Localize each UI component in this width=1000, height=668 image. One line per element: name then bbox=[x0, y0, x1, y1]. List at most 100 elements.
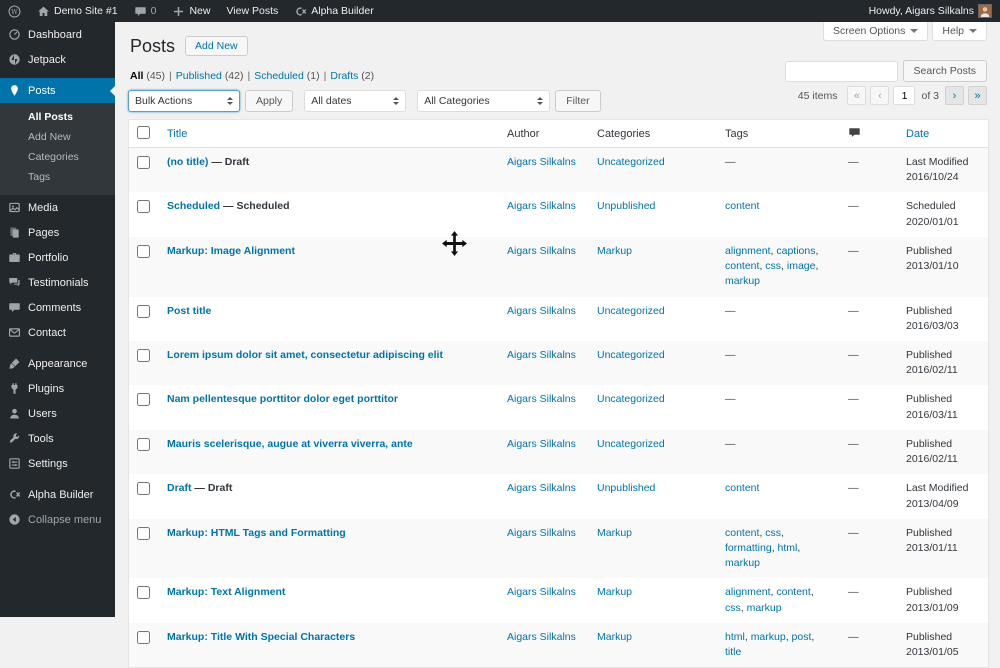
post-title-link[interactable]: Markup: Text Alignment bbox=[167, 586, 285, 598]
tag-link[interactable]: alignment bbox=[725, 245, 771, 257]
tag-link[interactable]: content bbox=[725, 527, 759, 539]
current-page-input[interactable] bbox=[893, 86, 915, 105]
author-link[interactable]: Aigars Silkalns bbox=[507, 200, 576, 212]
dates-filter-select[interactable]: All dates bbox=[304, 90, 406, 112]
sidebar-item-portfolio[interactable]: Portfolio bbox=[0, 245, 115, 270]
apply-button[interactable]: Apply bbox=[245, 90, 293, 112]
post-title-link[interactable]: Nam pellentesque porttitor dolor eget po… bbox=[167, 393, 398, 405]
row-checkbox[interactable] bbox=[137, 245, 150, 258]
admin-bar-comments[interactable]: 0 bbox=[126, 0, 165, 22]
author-link[interactable]: Aigars Silkalns bbox=[507, 527, 576, 539]
sidebar-item-comments[interactable]: Comments bbox=[0, 295, 115, 320]
tag-link[interactable]: css bbox=[765, 527, 781, 539]
row-checkbox[interactable] bbox=[137, 156, 150, 169]
tag-link[interactable]: markup bbox=[751, 631, 786, 643]
bulk-actions-select[interactable]: Bulk Actions bbox=[128, 90, 240, 112]
row-checkbox[interactable] bbox=[137, 200, 150, 213]
category-link[interactable]: Unpublished bbox=[597, 482, 655, 494]
author-link[interactable]: Aigars Silkalns bbox=[507, 438, 576, 450]
row-checkbox[interactable] bbox=[137, 305, 150, 318]
post-title-link[interactable]: Lorem ipsum dolor sit amet, consectetur … bbox=[167, 349, 443, 361]
author-link[interactable]: Aigars Silkalns bbox=[507, 305, 576, 317]
column-header-date[interactable]: Date bbox=[898, 120, 988, 148]
new-content-menu[interactable]: New bbox=[164, 0, 218, 22]
post-title-link[interactable]: Draft bbox=[167, 482, 192, 494]
sidebar-subitem-tags[interactable]: Tags bbox=[0, 167, 115, 187]
view-filter-published[interactable]: Published (42) bbox=[176, 70, 244, 82]
screen-options-button[interactable]: Screen Options bbox=[823, 22, 928, 41]
row-checkbox[interactable] bbox=[137, 349, 150, 362]
tag-link[interactable]: markup bbox=[725, 275, 760, 287]
category-link[interactable]: Markup bbox=[597, 245, 632, 257]
filter-button[interactable]: Filter bbox=[555, 90, 600, 112]
tag-link[interactable]: post bbox=[792, 631, 812, 643]
tag-link[interactable]: image bbox=[787, 260, 816, 272]
prev-page-button[interactable]: ‹ bbox=[870, 86, 889, 105]
first-page-button[interactable]: « bbox=[847, 86, 866, 105]
category-link[interactable]: Uncategorized bbox=[597, 393, 665, 405]
sidebar-item-jetpack[interactable]: Jetpack bbox=[0, 47, 115, 72]
tag-link[interactable]: content bbox=[725, 260, 759, 272]
category-link[interactable]: Uncategorized bbox=[597, 438, 665, 450]
sidebar-item-posts[interactable]: Posts bbox=[0, 78, 115, 103]
sidebar-item-appearance[interactable]: Appearance bbox=[0, 351, 115, 376]
post-title-link[interactable]: Post title bbox=[167, 305, 211, 317]
sidebar-item-collapse[interactable]: Collapse menu bbox=[0, 507, 115, 532]
author-link[interactable]: Aigars Silkalns bbox=[507, 156, 576, 168]
tag-link[interactable]: html bbox=[778, 542, 798, 554]
wordpress-menu[interactable]: W bbox=[0, 0, 29, 22]
tag-link[interactable]: markup bbox=[747, 602, 782, 614]
author-link[interactable]: Aigars Silkalns bbox=[507, 245, 576, 257]
row-checkbox[interactable] bbox=[137, 631, 150, 644]
author-link[interactable]: Aigars Silkalns bbox=[507, 586, 576, 598]
category-link[interactable]: Markup bbox=[597, 527, 632, 539]
category-link[interactable]: Markup bbox=[597, 586, 632, 598]
sidebar-item-dashboard[interactable]: Dashboard bbox=[0, 22, 115, 47]
last-page-button[interactable]: » bbox=[968, 86, 987, 105]
search-posts-button[interactable]: Search Posts bbox=[903, 60, 987, 82]
tag-link[interactable]: markup bbox=[725, 557, 760, 569]
view-posts-link[interactable]: View Posts bbox=[218, 0, 286, 22]
tag-link[interactable]: html bbox=[725, 631, 745, 643]
tag-link[interactable]: captions bbox=[776, 245, 815, 257]
tag-link[interactable]: css bbox=[765, 260, 781, 272]
tag-link[interactable]: css bbox=[725, 602, 741, 614]
sidebar-item-contact[interactable]: Contact bbox=[0, 320, 115, 345]
row-checkbox[interactable] bbox=[137, 438, 150, 451]
author-link[interactable]: Aigars Silkalns bbox=[507, 631, 576, 643]
post-title-link[interactable]: Markup: Title With Special Characters bbox=[167, 631, 355, 643]
sidebar-item-plugins[interactable]: Plugins bbox=[0, 376, 115, 401]
sidebar-item-tools[interactable]: Tools bbox=[0, 426, 115, 451]
add-new-button[interactable]: Add New bbox=[185, 36, 248, 56]
post-title-link[interactable]: Markup: HTML Tags and Formatting bbox=[167, 527, 346, 539]
sidebar-item-pages[interactable]: Pages bbox=[0, 220, 115, 245]
sidebar-item-alpha-builder[interactable]: Alpha Builder bbox=[0, 482, 115, 507]
sidebar-subitem-all-posts[interactable]: All Posts bbox=[0, 107, 115, 127]
row-checkbox[interactable] bbox=[137, 393, 150, 406]
sidebar-item-media[interactable]: Media bbox=[0, 195, 115, 220]
post-title-link[interactable]: Scheduled bbox=[167, 200, 220, 212]
sidebar-subitem-categories[interactable]: Categories bbox=[0, 147, 115, 167]
sidebar-item-settings[interactable]: Settings bbox=[0, 451, 115, 476]
post-title-link[interactable]: (no title) bbox=[167, 156, 208, 168]
row-checkbox[interactable] bbox=[137, 586, 150, 599]
sidebar-subitem-add-new[interactable]: Add New bbox=[0, 127, 115, 147]
post-title-link[interactable]: Mauris scelerisque, augue at viverra viv… bbox=[167, 438, 413, 450]
row-checkbox[interactable] bbox=[137, 482, 150, 495]
tag-link[interactable]: alignment bbox=[725, 586, 771, 598]
help-button[interactable]: Help bbox=[932, 22, 987, 41]
alpha-builder-menu[interactable]: Alpha Builder bbox=[286, 0, 381, 22]
categories-filter-select[interactable]: All Categories bbox=[417, 90, 550, 112]
view-filter-scheduled[interactable]: Scheduled (1) bbox=[254, 70, 319, 82]
sidebar-item-users[interactable]: Users bbox=[0, 401, 115, 426]
sidebar-item-testimonials[interactable]: Testimonials bbox=[0, 270, 115, 295]
author-link[interactable]: Aigars Silkalns bbox=[507, 349, 576, 361]
tag-link[interactable]: content bbox=[725, 482, 759, 494]
column-header-title[interactable]: Title bbox=[159, 120, 499, 148]
view-filter-all[interactable]: All (45) bbox=[130, 70, 165, 82]
site-name-menu[interactable]: Demo Site #1 bbox=[29, 0, 126, 22]
select-all-checkbox[interactable] bbox=[137, 126, 150, 139]
tag-link[interactable]: content bbox=[776, 586, 810, 598]
category-link[interactable]: Unpublished bbox=[597, 200, 655, 212]
view-filter-drafts[interactable]: Drafts (2) bbox=[330, 70, 374, 82]
